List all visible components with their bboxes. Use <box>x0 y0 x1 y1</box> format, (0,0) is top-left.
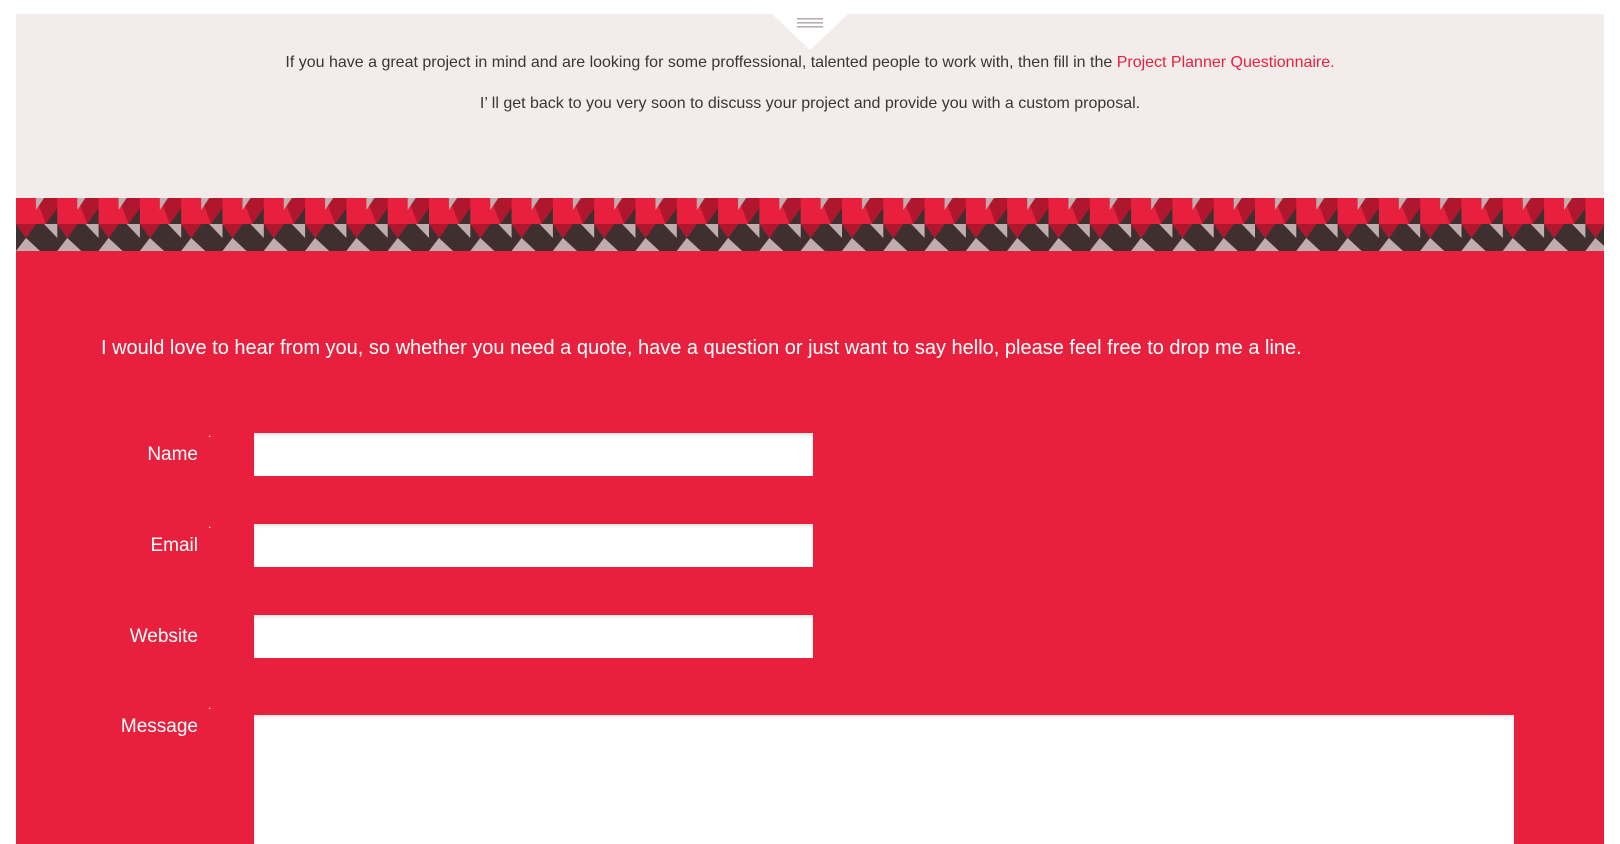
intro-text-line-2: I’ ll get back to you very soon to discu… <box>479 95 1141 112</box>
message-required-marker: ˙ <box>208 705 213 721</box>
intro-text: If you have a great project in mind and … <box>285 54 1117 71</box>
website-label: Website <box>129 626 198 647</box>
intro-section: If you have a great project in mind and … <box>16 14 1604 198</box>
intro-text-line-1: If you have a great project in mind and … <box>16 54 1604 72</box>
hamburger-menu-icon[interactable] <box>797 17 823 29</box>
message-textarea[interactable] <box>254 715 1514 844</box>
message-label: Message <box>120 716 198 737</box>
email-label: Email <box>150 535 198 556</box>
project-planner-link[interactable]: Project Planner Questionnaire. <box>1117 54 1335 71</box>
email-input[interactable] <box>254 524 813 567</box>
name-required-marker: ˙ <box>208 433 213 449</box>
name-input[interactable] <box>254 433 813 476</box>
contact-form-section: I would love to hear from you, so whethe… <box>16 251 1604 844</box>
name-label: Name <box>147 444 198 465</box>
email-required-marker: ˙ <box>208 524 213 540</box>
decorative-pattern-band <box>16 198 1604 251</box>
page: If you have a great project in mind and … <box>16 14 1604 844</box>
website-input[interactable] <box>254 615 813 658</box>
contact-intro-text: I would love to hear from you, so whethe… <box>101 337 1302 359</box>
